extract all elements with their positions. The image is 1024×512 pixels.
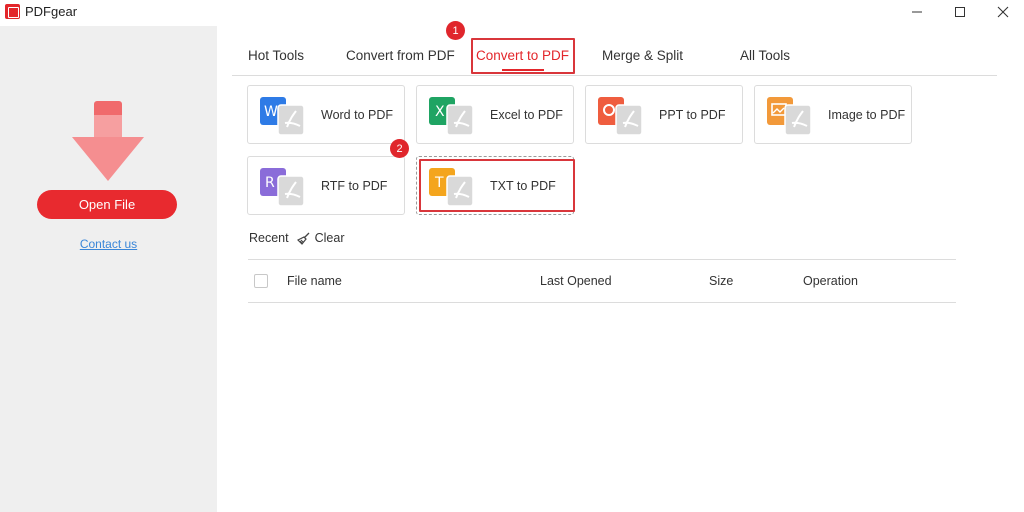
tab-all-tools[interactable]: All Tools xyxy=(740,40,790,70)
maximize-button[interactable] xyxy=(938,0,982,24)
excel-icon: X xyxy=(429,97,474,135)
step-2-highlight xyxy=(419,159,575,212)
app-title: PDFgear xyxy=(25,4,78,19)
tool-ppt-to-pdf[interactable]: PPT to PDF xyxy=(585,85,743,144)
broom-icon xyxy=(296,232,310,245)
clear-label: Clear xyxy=(314,231,345,245)
tool-label: Excel to PDF xyxy=(490,107,563,122)
tool-word-to-pdf[interactable]: W Word to PDF xyxy=(247,85,405,144)
open-file-button[interactable]: Open File xyxy=(37,190,177,219)
minimize-button[interactable] xyxy=(895,0,939,24)
tab-merge-split[interactable]: Merge & Split xyxy=(602,40,683,70)
tool-rtf-to-pdf[interactable]: R RTF to PDF xyxy=(247,156,405,215)
step-1-highlight xyxy=(471,38,575,74)
tool-image-to-pdf[interactable]: Image to PDF xyxy=(754,85,912,144)
drop-file-arrow-icon xyxy=(72,101,144,181)
clear-recent-button[interactable]: Clear xyxy=(296,231,345,245)
tool-tabs: Hot Tools Convert from PDF Convert to PD… xyxy=(232,40,997,76)
tab-convert-from-pdf[interactable]: Convert from PDF xyxy=(346,40,455,70)
recent-table-header: File name Last Opened Size Operation xyxy=(248,259,956,303)
select-all-checkbox[interactable] xyxy=(254,274,268,288)
tool-label: Image to PDF xyxy=(828,107,906,122)
ppt-icon xyxy=(598,97,643,135)
recent-section: Recent Clear xyxy=(249,231,344,245)
image-icon xyxy=(767,97,812,135)
step-1-badge: 1 xyxy=(446,21,465,40)
svg-text:X: X xyxy=(435,104,445,120)
svg-text:R: R xyxy=(265,175,275,191)
column-size[interactable]: Size xyxy=(709,260,733,302)
pdfgear-window: PDFgear Open File Contact us Hot Tools C… xyxy=(0,0,1024,512)
rtf-icon: R xyxy=(260,168,305,206)
sidebar: Open File Contact us xyxy=(0,26,217,512)
close-button[interactable] xyxy=(981,0,1024,24)
tab-hot-tools[interactable]: Hot Tools xyxy=(248,40,304,70)
svg-text:W: W xyxy=(264,104,278,120)
contact-us-link[interactable]: Contact us xyxy=(0,237,217,251)
column-operation: Operation xyxy=(803,274,858,288)
pdfgear-logo-icon xyxy=(5,4,20,19)
word-icon: W xyxy=(260,97,305,135)
tool-excel-to-pdf[interactable]: X Excel to PDF xyxy=(416,85,574,144)
close-icon xyxy=(997,6,1009,18)
recent-title: Recent xyxy=(249,231,289,245)
maximize-icon xyxy=(955,7,965,17)
title-bar: PDFgear xyxy=(0,0,1024,26)
minimize-icon xyxy=(912,11,922,13)
step-2-badge: 2 xyxy=(390,139,409,158)
tool-label: PPT to PDF xyxy=(659,107,726,122)
column-file-name[interactable]: File name xyxy=(287,260,342,302)
tool-label: RTF to PDF xyxy=(321,178,388,193)
column-last-opened[interactable]: Last Opened xyxy=(540,260,612,302)
tool-label: Word to PDF xyxy=(321,107,394,122)
